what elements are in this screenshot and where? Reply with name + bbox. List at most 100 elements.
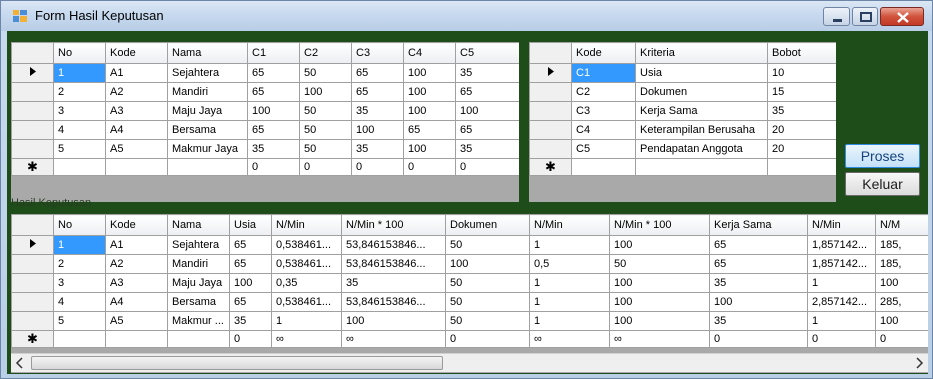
table-cell[interactable] bbox=[105, 330, 168, 348]
table-row[interactable]: 1 A1 Sejahtera 65 50 65 100 35 bbox=[11, 63, 519, 83]
column-header[interactable]: N/Min * 100 bbox=[341, 214, 446, 236]
table-cell[interactable]: 0 bbox=[351, 158, 404, 176]
table-cell[interactable]: 50 bbox=[445, 273, 530, 293]
table-cell[interactable]: 100 bbox=[875, 311, 928, 331]
table-cell[interactable]: 53,846153846... bbox=[341, 235, 446, 255]
table-cell[interactable]: Mandiri bbox=[167, 254, 230, 274]
table-cell[interactable]: 35 bbox=[767, 101, 836, 121]
table-row[interactable]: C1 Usia 10 bbox=[529, 63, 836, 83]
table-cell[interactable]: 35 bbox=[351, 101, 404, 121]
column-header[interactable]: Kode bbox=[571, 42, 636, 64]
table-cell[interactable]: Sejahtera bbox=[167, 235, 230, 255]
table-cell[interactable]: 100 bbox=[229, 273, 272, 293]
table-row[interactable]: C2 Dokumen 15 bbox=[529, 82, 836, 102]
minimize-button[interactable] bbox=[823, 7, 850, 26]
row-header[interactable] bbox=[11, 254, 54, 274]
table-cell[interactable]: 65 bbox=[247, 120, 300, 140]
table-cell[interactable]: 35 bbox=[455, 63, 519, 83]
table-cell[interactable]: ∞ bbox=[341, 330, 446, 348]
table-cell[interactable]: 35 bbox=[709, 311, 808, 331]
table-cell[interactable]: ∞ bbox=[529, 330, 610, 348]
table-cell[interactable]: C5 bbox=[571, 139, 636, 159]
table-cell[interactable]: 65 bbox=[229, 292, 272, 312]
row-header[interactable] bbox=[11, 120, 54, 140]
table-cell[interactable]: 0 bbox=[807, 330, 876, 348]
table-cell[interactable]: 65 bbox=[709, 235, 808, 255]
table-cell[interactable]: 10 bbox=[767, 63, 836, 83]
table-cell[interactable]: 4 bbox=[53, 292, 106, 312]
table-cell[interactable]: 1 bbox=[807, 273, 876, 293]
table-cell[interactable]: Bersama bbox=[167, 120, 248, 140]
keluar-button[interactable]: Keluar bbox=[845, 172, 920, 196]
scroll-right-icon[interactable] bbox=[914, 357, 924, 369]
table-cell[interactable]: Usia bbox=[635, 63, 768, 83]
table-cell[interactable]: C3 bbox=[571, 101, 636, 121]
table-cell[interactable]: 1 bbox=[529, 292, 610, 312]
row-header[interactable] bbox=[529, 82, 572, 102]
column-header[interactable]: Usia bbox=[229, 214, 272, 236]
table-cell[interactable]: 0,5 bbox=[529, 254, 610, 274]
table-cell[interactable]: 0 bbox=[229, 330, 272, 348]
table-cell[interactable]: 100 bbox=[403, 63, 456, 83]
row-header[interactable] bbox=[11, 235, 54, 255]
table-cell[interactable]: A5 bbox=[105, 311, 168, 331]
column-header[interactable]: No bbox=[53, 214, 106, 236]
title-bar[interactable]: Form Hasil Keputusan bbox=[1, 1, 932, 31]
table-cell[interactable]: 185, bbox=[875, 254, 928, 274]
table-cell[interactable]: A1 bbox=[105, 63, 168, 83]
table-cell[interactable]: 65 bbox=[455, 120, 519, 140]
table-cell[interactable]: 1,857142... bbox=[807, 254, 876, 274]
column-header[interactable]: Dokumen bbox=[445, 214, 530, 236]
row-header[interactable] bbox=[529, 101, 572, 121]
table-cell[interactable] bbox=[571, 158, 636, 176]
table-cell[interactable] bbox=[105, 158, 168, 176]
table-row[interactable]: 4 A4 Bersama 65 0,538461... 53,846153846… bbox=[11, 292, 928, 312]
table-cell[interactable]: C4 bbox=[571, 120, 636, 140]
table-cell[interactable]: 50 bbox=[609, 254, 710, 274]
table-cell[interactable]: 35 bbox=[229, 311, 272, 331]
table-row[interactable]: 1 A1 Sejahtera 65 0,538461... 53,8461538… bbox=[11, 235, 928, 255]
column-header[interactable]: N/Min bbox=[271, 214, 342, 236]
maximize-button[interactable] bbox=[852, 7, 878, 26]
table-cell[interactable]: Makmur ... bbox=[167, 311, 230, 331]
table-cell[interactable]: 0 bbox=[403, 158, 456, 176]
table-cell[interactable]: 100 bbox=[445, 254, 530, 274]
table-cell[interactable]: 3 bbox=[53, 273, 106, 293]
table-cell[interactable]: 100 bbox=[351, 120, 404, 140]
table-cell[interactable]: 65 bbox=[229, 235, 272, 255]
table-cell[interactable]: 0 bbox=[709, 330, 808, 348]
table-cell[interactable]: 65 bbox=[351, 82, 404, 102]
table-cell[interactable]: 1 bbox=[529, 235, 610, 255]
table-cell[interactable]: 53,846153846... bbox=[341, 254, 446, 274]
table-cell[interactable] bbox=[167, 158, 248, 176]
horizontal-scrollbar[interactable] bbox=[11, 353, 928, 372]
table-cell[interactable]: 50 bbox=[299, 120, 352, 140]
table-cell[interactable]: 100 bbox=[455, 101, 519, 121]
table-cell[interactable]: ∞ bbox=[271, 330, 342, 348]
table-cell[interactable]: Sejahtera bbox=[167, 63, 248, 83]
table-cell[interactable]: 100 bbox=[609, 273, 710, 293]
table-cell[interactable]: 65 bbox=[351, 63, 404, 83]
column-header[interactable]: Kerja Sama bbox=[709, 214, 808, 236]
table-cell[interactable]: 100 bbox=[609, 311, 710, 331]
row-header[interactable] bbox=[529, 139, 572, 159]
table-cell[interactable]: 2,857142... bbox=[807, 292, 876, 312]
new-row[interactable]: ✱ 0 0 0 0 0 bbox=[11, 158, 519, 176]
column-header[interactable]: C1 bbox=[247, 42, 300, 64]
table-row[interactable]: 4 A4 Bersama 65 50 100 65 65 bbox=[11, 120, 519, 140]
table-cell[interactable]: 100 bbox=[403, 82, 456, 102]
table-cell[interactable]: 1 bbox=[529, 273, 610, 293]
column-header[interactable]: N/Min * 100 bbox=[609, 214, 710, 236]
column-header[interactable]: No bbox=[53, 42, 106, 64]
row-header[interactable] bbox=[11, 82, 54, 102]
table-cell[interactable]: 1 bbox=[529, 311, 610, 331]
row-header[interactable] bbox=[11, 292, 54, 312]
table-cell[interactable]: Bersama bbox=[167, 292, 230, 312]
table-cell[interactable]: 35 bbox=[247, 139, 300, 159]
table-cell[interactable]: 100 bbox=[403, 101, 456, 121]
table-cell[interactable]: 1 bbox=[53, 235, 106, 255]
table-cell[interactable]: A1 bbox=[105, 235, 168, 255]
new-row[interactable]: ✱ 0 ∞ ∞ 0 ∞ ∞ 0 0 0 bbox=[11, 330, 928, 348]
row-header[interactable] bbox=[529, 63, 572, 83]
table-cell[interactable]: 15 bbox=[767, 82, 836, 102]
